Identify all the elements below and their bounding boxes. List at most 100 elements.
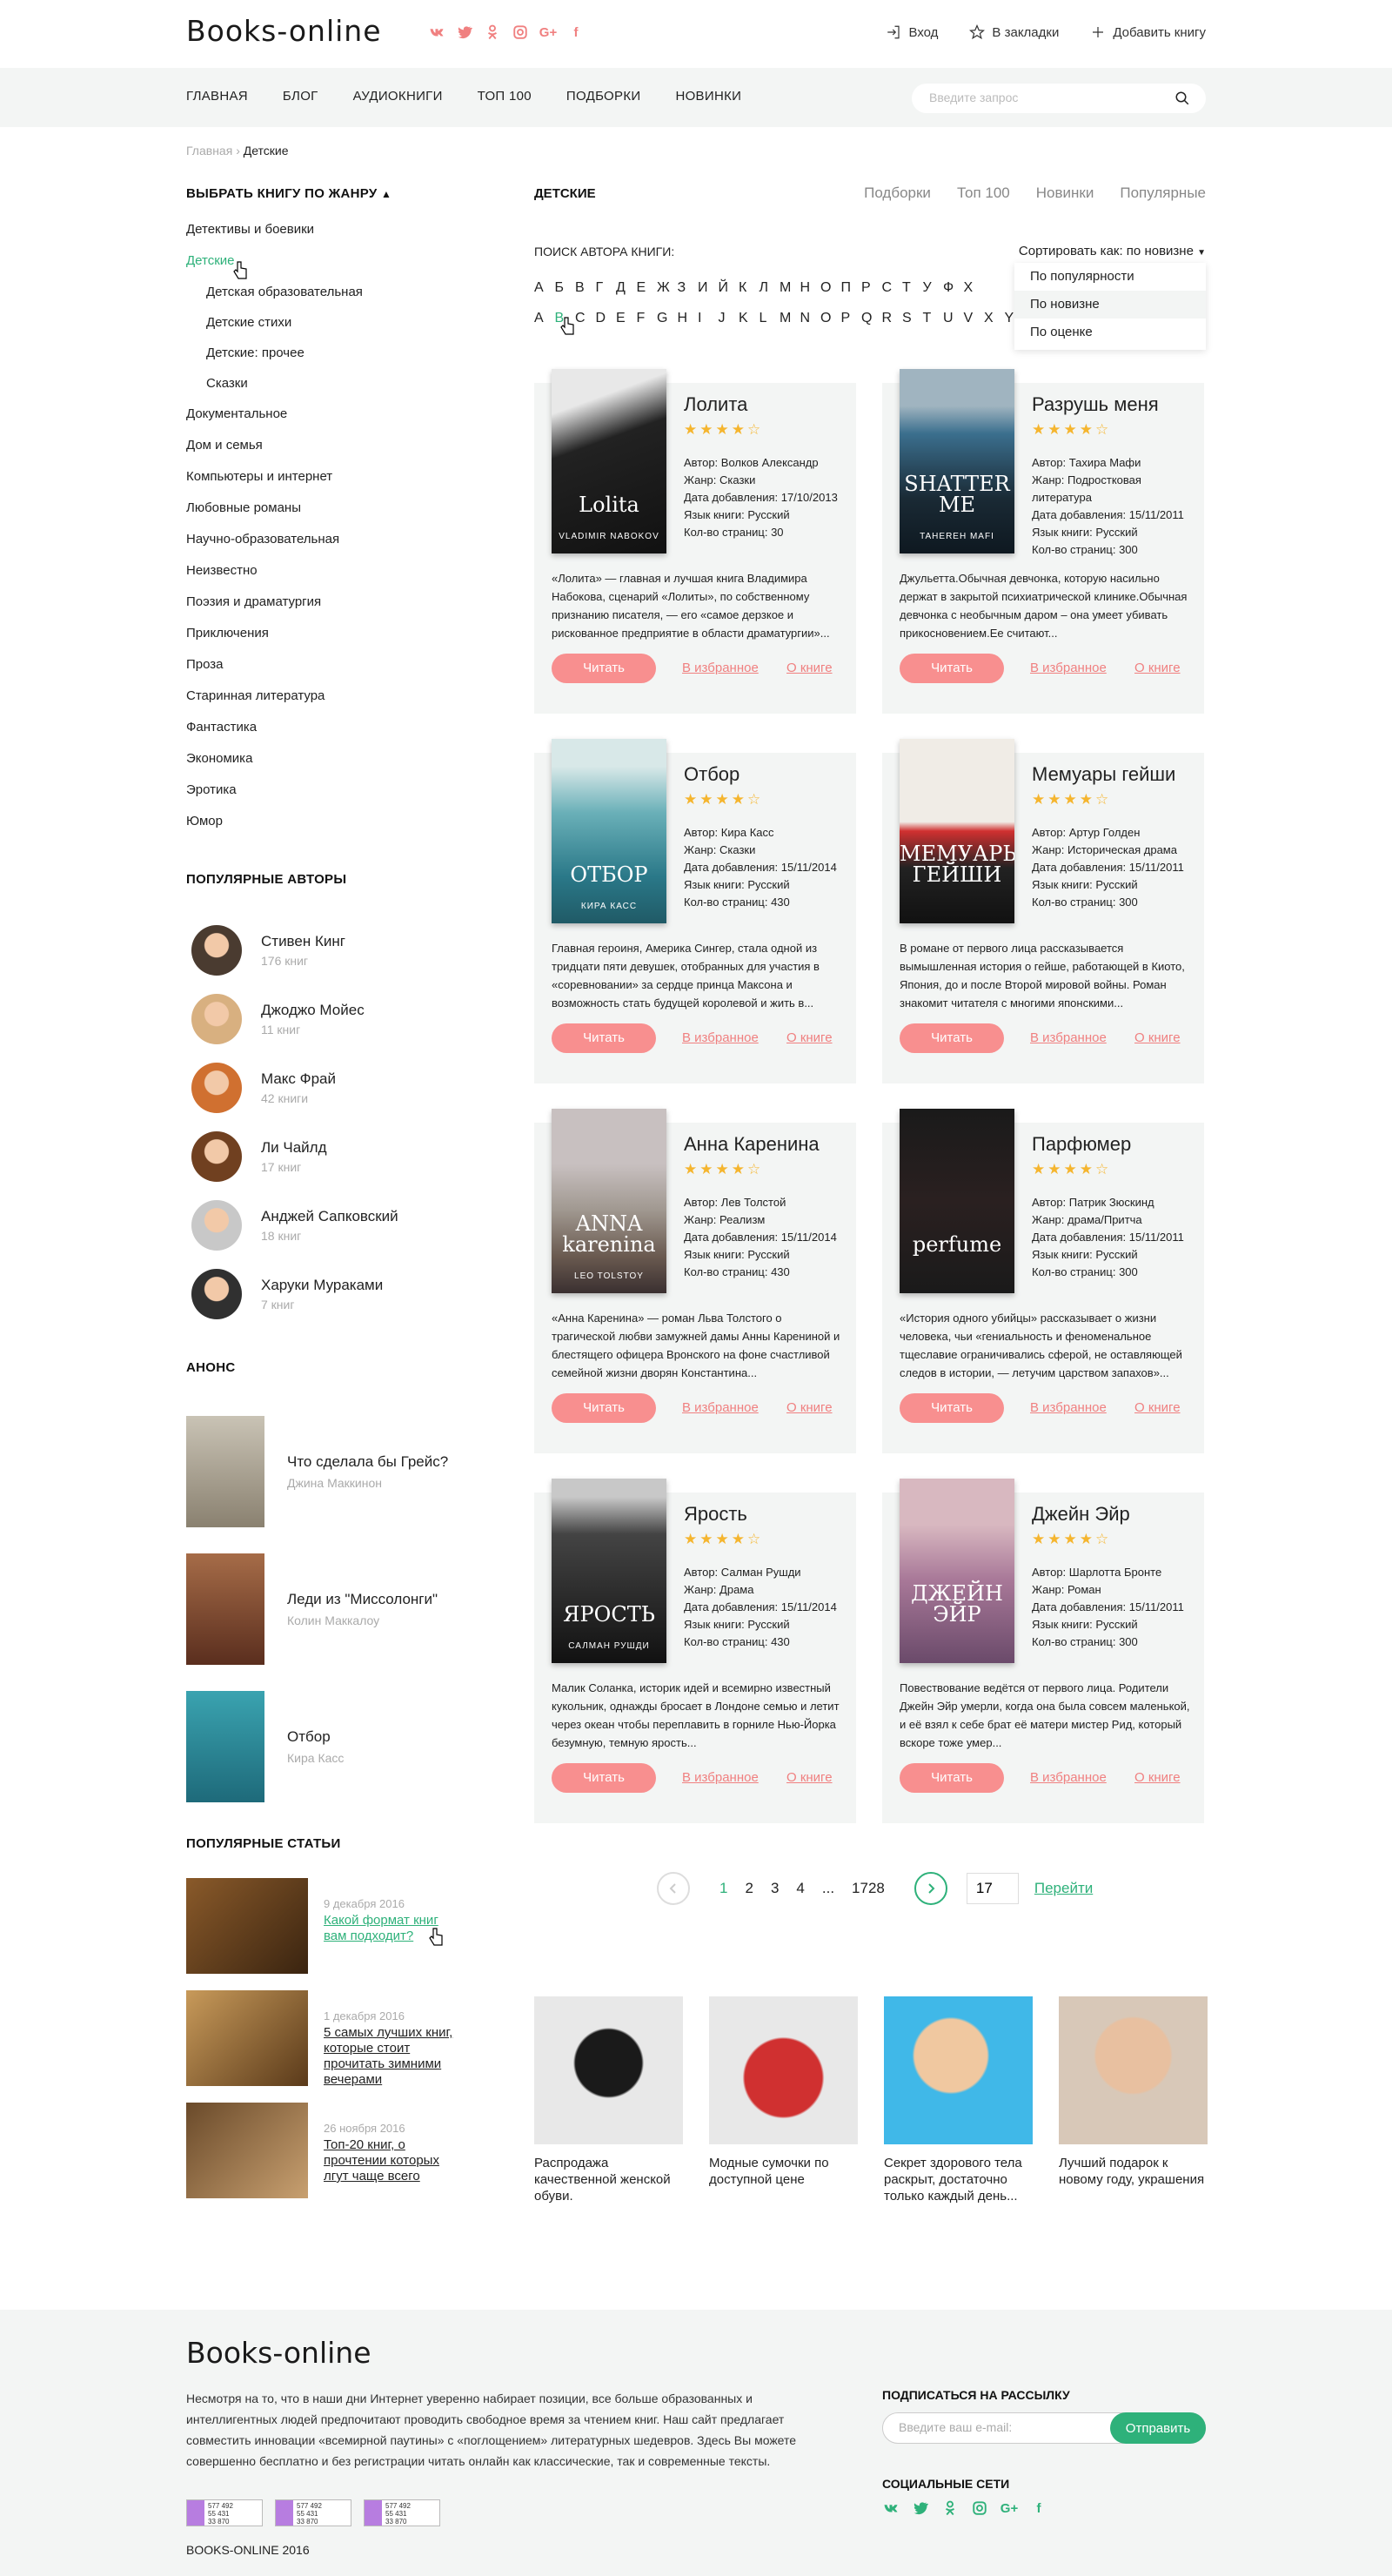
counter-badge[interactable]: 577 492 55 431 33 870 (186, 2499, 263, 2526)
search-input[interactable] (929, 91, 1164, 104)
letter-d[interactable]: D (596, 311, 617, 326)
letter-t[interactable]: T (923, 311, 944, 326)
genre-item[interactable]: Любовные романы (186, 493, 363, 524)
about-book-link[interactable]: О книге (786, 661, 833, 675)
read-button[interactable]: Читать (552, 1393, 656, 1423)
letter-14[interactable]: О (820, 280, 841, 296)
promo-item[interactable]: Модные сумочки по доступной цене (709, 1996, 858, 2204)
article-title[interactable]: 5 самых лучших книг, которые стоит прочи… (324, 2025, 463, 2088)
book-cover[interactable]: ЯРОСТЬ САЛМАН РУШДИ (552, 1479, 666, 1663)
book-cover[interactable]: SHATTER ME TAHEREH MAFI (900, 369, 1014, 553)
genre-item[interactable]: Старинная литература (186, 681, 363, 712)
promo-item[interactable]: Секрет здорового тела раскрыт, достаточн… (884, 1996, 1033, 2204)
instagram-icon[interactable] (971, 2499, 988, 2517)
site-logo[interactable]: Books-online (186, 14, 382, 48)
letter-f[interactable]: F (637, 311, 658, 326)
about-book-link[interactable]: О книге (1134, 1030, 1181, 1045)
letter-o[interactable]: O (820, 311, 841, 326)
about-book-link[interactable]: О книге (1134, 1400, 1181, 1415)
add-favorite-link[interactable]: В избранное (682, 1030, 759, 1045)
promo-text[interactable]: Секрет здорового тела раскрыт, достаточн… (884, 2155, 1033, 2204)
author-name[interactable]: Джоджо Мойес (261, 1002, 365, 1019)
anons-cover[interactable] (186, 1691, 264, 1802)
author-item[interactable]: Стивен Кинг 176 книг (186, 916, 398, 984)
twitter-icon[interactable] (912, 2499, 929, 2517)
book-title[interactable]: Парфюмер (1032, 1133, 1131, 1156)
read-button[interactable]: Читать (900, 1023, 1004, 1053)
book-cover[interactable]: ОТБОР КИРА КАСС (552, 739, 666, 923)
add-favorite-link[interactable]: В избранное (1030, 1400, 1107, 1415)
letter-16[interactable]: Р (861, 280, 882, 296)
letter-2[interactable]: В (575, 280, 596, 296)
about-book-link[interactable]: О книге (1134, 661, 1181, 675)
letter-c[interactable]: C (575, 311, 596, 326)
genre-item[interactable]: Поэзия и драматургия (186, 587, 363, 618)
sort-option-popularity[interactable]: По популярности (1014, 263, 1206, 291)
read-button[interactable]: Читать (552, 1023, 656, 1053)
login-link[interactable]: Вход (886, 24, 938, 40)
subgenre-item[interactable]: Детские: прочее (186, 338, 363, 368)
subgenre-item[interactable]: Сказки (186, 368, 363, 399)
read-button[interactable]: Читать (900, 654, 1004, 683)
author-item[interactable]: Джоджо Мойес 11 книг (186, 984, 398, 1053)
author-name[interactable]: Стивен Кинг (261, 933, 345, 950)
twitter-icon[interactable] (456, 23, 473, 41)
prev-page-button[interactable] (657, 1872, 690, 1905)
anons-item[interactable]: Отбор Кира Касс (186, 1678, 448, 1815)
promo-image[interactable] (884, 1996, 1033, 2144)
nav-item-home[interactable]: ГЛАВНАЯ (186, 89, 248, 104)
odnoklassniki-icon[interactable] (941, 2499, 959, 2517)
tab-new[interactable]: Новинки (1036, 184, 1094, 202)
nav-item-audiobooks[interactable]: АУДИОКНИГИ (353, 89, 443, 104)
book-cover[interactable]: perfume (900, 1109, 1014, 1293)
book-title[interactable]: Анна Каренина (684, 1133, 820, 1156)
letter-20[interactable]: Ф (943, 280, 964, 296)
genre-item[interactable]: Экономика (186, 743, 363, 775)
about-book-link[interactable]: О книге (1134, 1770, 1181, 1785)
sort-option-rating[interactable]: По оценке (1014, 319, 1206, 346)
read-button[interactable]: Читать (900, 1763, 1004, 1793)
article-title[interactable]: Топ-20 книг, о прочтении которых лгут ча… (324, 2137, 463, 2184)
letter-v[interactable]: V (964, 311, 985, 326)
next-page-button[interactable] (914, 1872, 947, 1905)
add-favorite-link[interactable]: В избранное (682, 661, 759, 675)
facebook-icon[interactable]: f (567, 23, 585, 41)
promo-item[interactable]: Лучший подарок к новому году, украшения (1059, 1996, 1208, 2204)
author-name[interactable]: Макс Фрай (261, 1070, 336, 1088)
letter-a[interactable]: A (534, 311, 555, 326)
email-field[interactable] (899, 2420, 1090, 2434)
genre-item[interactable]: Приключения (186, 618, 363, 649)
google-plus-icon[interactable]: G+ (1000, 2499, 1018, 2517)
anons-item[interactable]: Что сделала бы Грейс? Джина Маккинон (186, 1403, 448, 1540)
author-item[interactable]: Макс Фрай 42 книги (186, 1053, 398, 1122)
search-icon[interactable] (1174, 91, 1190, 106)
letter-21[interactable]: Х (964, 280, 985, 296)
letter-15[interactable]: П (841, 280, 862, 296)
google-plus-icon[interactable]: G+ (539, 23, 557, 41)
book-cover[interactable]: Lolita VLADIMIR NABOKOV (552, 369, 666, 553)
counter-badge[interactable]: 577 492 55 431 33 870 (364, 2499, 440, 2526)
promo-text[interactable]: Модные сумочки по доступной цене (709, 2155, 858, 2188)
anons-cover[interactable] (186, 1416, 264, 1527)
vk-icon[interactable] (882, 2499, 900, 2517)
promo-image[interactable] (534, 1996, 683, 2144)
vk-icon[interactable] (428, 23, 445, 41)
breadcrumb-home[interactable]: Главная (186, 144, 232, 158)
genre-item[interactable]: Юмор (186, 806, 363, 837)
anons-title[interactable]: Что сделала бы Грейс? (287, 1453, 448, 1471)
letter-u[interactable]: U (943, 311, 964, 326)
article-item[interactable]: 1 декабря 2016 5 самых лучших книг, котор… (186, 1990, 463, 2103)
letter-4[interactable]: Д (616, 280, 637, 296)
tab-top100[interactable]: Топ 100 (957, 184, 1010, 202)
page-input[interactable] (966, 1873, 1019, 1904)
footer-logo[interactable]: Books-online (186, 2336, 371, 2370)
about-book-link[interactable]: О книге (786, 1400, 833, 1415)
article-image[interactable] (186, 2103, 308, 2198)
article-item[interactable]: 26 ноября 2016 Топ-20 книг, о прочтении к… (186, 2103, 463, 2215)
letter-g[interactable]: G (657, 311, 678, 326)
genre-item[interactable]: Неизвестно (186, 555, 363, 587)
letter-19[interactable]: У (923, 280, 944, 296)
genre-item[interactable]: Эротика (186, 775, 363, 806)
letter-p[interactable]: P (841, 311, 862, 326)
genre-item[interactable]: Документальное (186, 399, 363, 430)
